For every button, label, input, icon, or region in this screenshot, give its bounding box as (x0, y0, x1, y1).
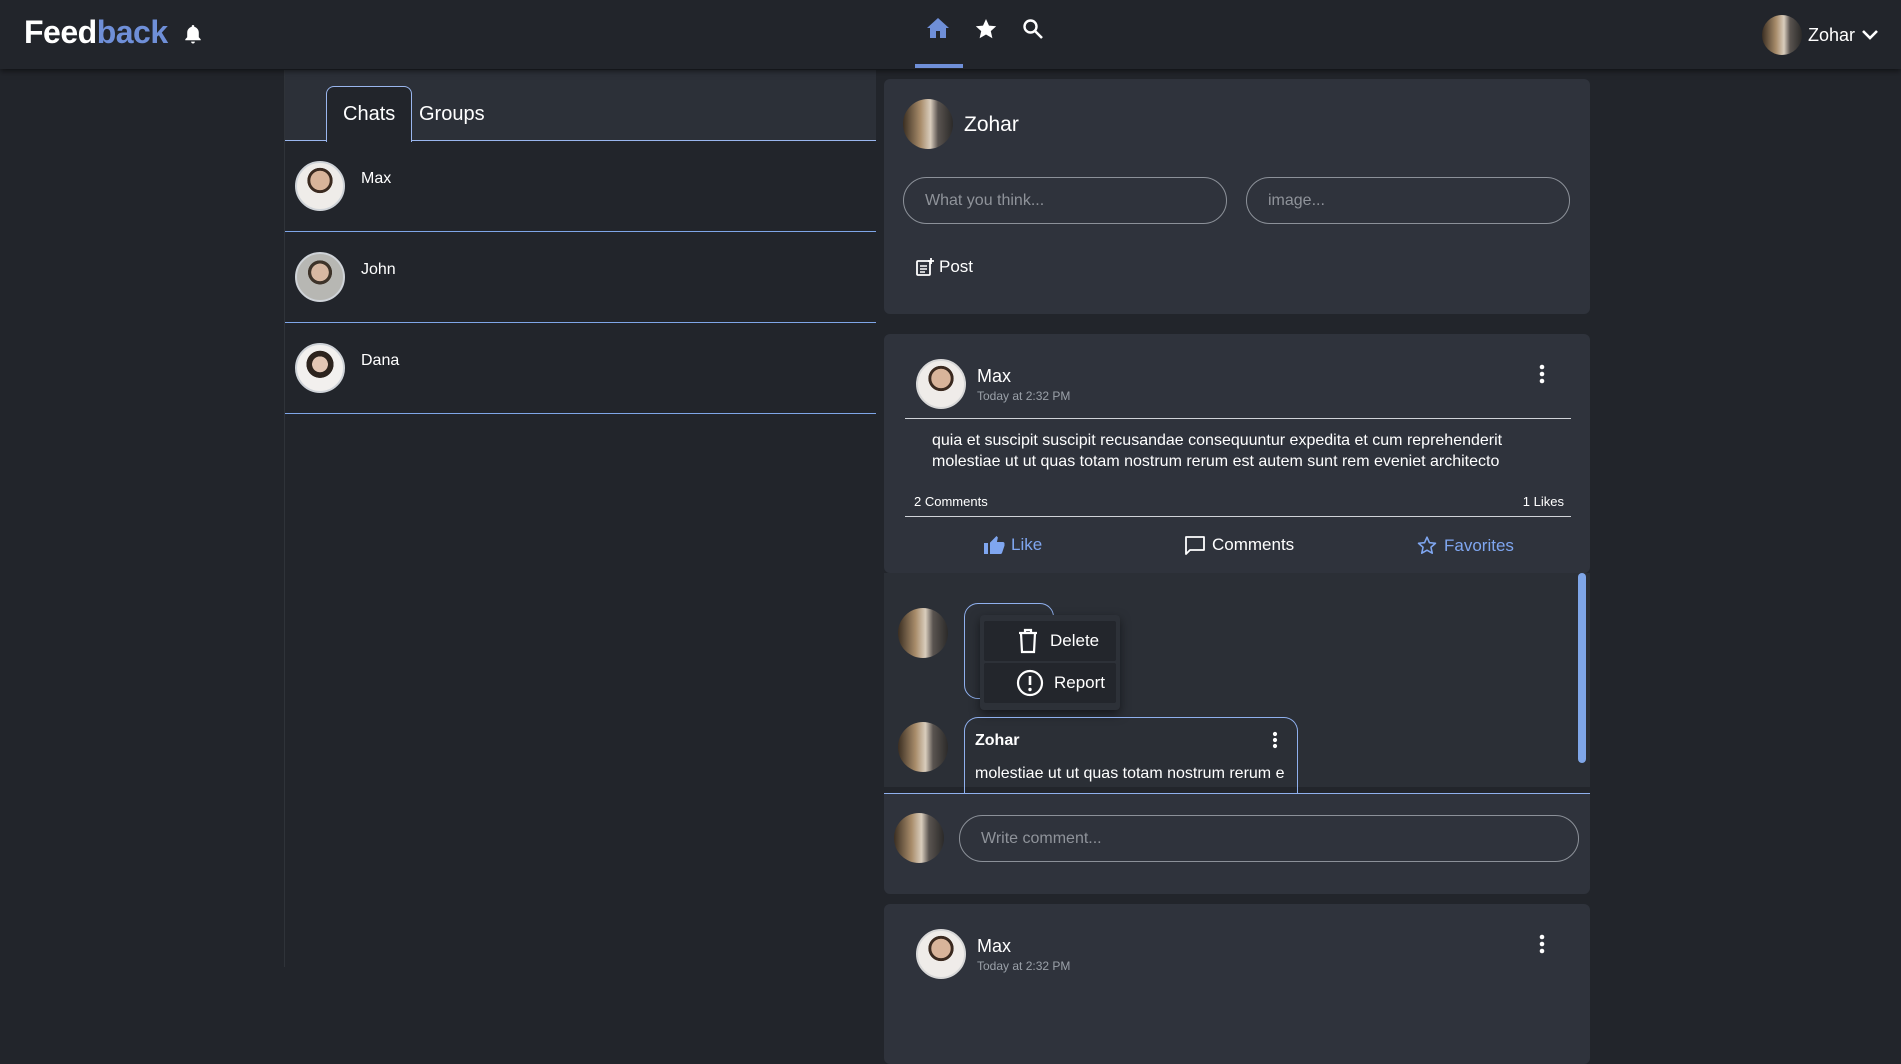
delete-label: Delete (1050, 631, 1100, 650)
chat-item-john[interactable]: John (285, 232, 876, 323)
chevron-down-icon (1861, 29, 1879, 41)
avatar (295, 343, 345, 393)
post-author[interactable]: Max (977, 366, 1011, 387)
chat-item-max[interactable]: Max (285, 141, 876, 232)
post-timestamp: Today at 2:32 PM (977, 389, 1071, 403)
post-more-icon[interactable] (1539, 934, 1545, 954)
alert-circle-icon (1016, 669, 1044, 697)
report-label: Report (1054, 673, 1106, 692)
post-text-line: quia et suscipit suscipit recusandae con… (932, 432, 1503, 449)
avatar[interactable] (916, 359, 966, 409)
post-add-icon (915, 257, 935, 277)
trash-icon (1016, 628, 1040, 654)
logo-text-feed: Feed (24, 14, 97, 50)
comment-icon (1184, 535, 1206, 555)
logo-text-back: back (96, 14, 168, 50)
avatar (894, 813, 944, 863)
chat-name: John (361, 261, 396, 278)
post-text-line: molestiae ut ut quas totam nostrum rerum… (932, 453, 1500, 470)
divider (905, 418, 1571, 419)
like-label: Like (1011, 535, 1043, 554)
chat-name: Max (361, 170, 392, 187)
comments-button[interactable]: Comments (1184, 535, 1294, 555)
app-logo[interactable]: Feedback (24, 14, 168, 51)
chat-tabs: Chats Groups (285, 70, 876, 142)
avatar (903, 99, 953, 149)
avatar (295, 161, 345, 211)
comment-more-icon[interactable] (1272, 731, 1278, 749)
top-navbar: Feedback Zohar (0, 0, 1901, 69)
post-timestamp: Today at 2:32 PM (977, 959, 1071, 973)
star-outline-icon (1416, 535, 1438, 556)
chat-item-dana[interactable]: Dana (285, 323, 876, 414)
write-comment-row: Write comment... (884, 793, 1590, 894)
post-stats: 2 Comments 1 Likes (914, 494, 1564, 509)
avatar[interactable] (916, 929, 966, 979)
comment-author: Zohar (975, 732, 1020, 749)
post-card: Max Today at 2:32 PM quia et suscipit su… (884, 334, 1590, 573)
user-menu[interactable]: Zohar (1761, 15, 1879, 55)
delete-menu-item[interactable]: Delete (984, 621, 1116, 661)
search-icon[interactable] (1022, 18, 1044, 40)
comments-list: Delete Report Zohar molestiae ut ut quas… (884, 573, 1590, 797)
like-button[interactable]: Like (983, 535, 1042, 555)
star-icon[interactable] (974, 17, 998, 41)
user-name: Zohar (1807, 24, 1855, 45)
chats-panel: Chats Groups Max John Dana (284, 70, 876, 967)
post-author[interactable]: Max (977, 936, 1011, 957)
tab-chats[interactable]: Chats (326, 86, 413, 142)
comment-bubble: Zohar molestiae ut ut quas totam nostrum… (964, 717, 1298, 797)
avatar (898, 722, 948, 772)
likes-count[interactable]: 1 Likes (1523, 494, 1564, 509)
post-more-icon[interactable] (1539, 364, 1545, 384)
divider (905, 516, 1571, 517)
avatar (1761, 15, 1802, 55)
comment-text: molestiae ut ut quas totam nostrum rerum… (975, 765, 1285, 782)
post-text-input[interactable]: What you think... (903, 177, 1227, 224)
favorites-label: Favorites (1444, 535, 1514, 555)
comment-context-menu: Delete Report (980, 615, 1120, 710)
comments-label: Comments (1212, 535, 1295, 554)
compose-card: Zohar What you think... image... Post (884, 79, 1590, 314)
report-menu-item[interactable]: Report (984, 663, 1116, 703)
thumb-up-icon (983, 535, 1005, 555)
avatar (898, 608, 948, 658)
chat-name: Dana (361, 352, 400, 369)
comment-input[interactable]: Write comment... (959, 815, 1579, 862)
home-icon[interactable] (926, 17, 950, 39)
avatar (295, 252, 345, 302)
comments-scrollbar[interactable] (1578, 573, 1586, 763)
image-url-input[interactable]: image... (1246, 177, 1570, 224)
active-tab-indicator (915, 64, 963, 68)
post-button-label: Post (939, 257, 974, 276)
post-body: quia et suscipit suscipit recusandae con… (932, 430, 1552, 472)
favorites-button[interactable]: Favorites (1416, 535, 1514, 556)
post-button[interactable]: Post (915, 257, 973, 277)
comments-count[interactable]: 2 Comments (914, 494, 988, 509)
bell-icon[interactable] (184, 24, 202, 44)
compose-user-name: Zohar (964, 113, 1019, 136)
tab-groups[interactable]: Groups (403, 86, 501, 142)
post-card: Max Today at 2:32 PM (884, 904, 1590, 1064)
